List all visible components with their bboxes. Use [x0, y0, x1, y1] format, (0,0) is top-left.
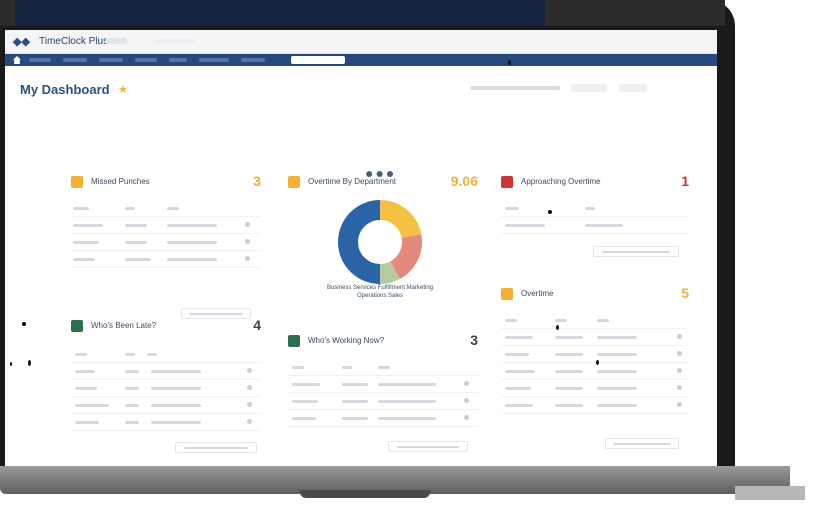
table-row[interactable]: [288, 376, 478, 393]
table-row[interactable]: [288, 410, 478, 427]
date-range-text: [470, 86, 560, 90]
screen: ◆◆ TimeClock Plus My Dashboard ★ ●●● Mis…: [5, 30, 717, 466]
table-row[interactable]: [501, 363, 689, 380]
nav-search-input[interactable]: [291, 56, 345, 64]
widget-header: Overtime 5: [501, 285, 689, 302]
view-all-button[interactable]: [605, 438, 679, 449]
table-row[interactable]: [501, 397, 689, 414]
table-row[interactable]: [501, 380, 689, 397]
table-row[interactable]: [501, 346, 689, 363]
widget-whos-working-now: Who's Working Now? 3: [288, 332, 478, 465]
donut-legend: Business Services Fulfillment Marketing …: [285, 284, 475, 300]
header-tab[interactable]: [105, 38, 127, 44]
widget-header: Who's Working Now? 3: [288, 332, 478, 349]
view-all-button[interactable]: [388, 441, 468, 452]
laptop-base-edge: [735, 486, 805, 500]
main-navbar: [5, 54, 717, 66]
table-row[interactable]: [71, 363, 261, 380]
table-row[interactable]: [71, 251, 261, 268]
table-row[interactable]: [71, 217, 261, 234]
alert-icon: [501, 176, 513, 188]
table-row[interactable]: [71, 397, 261, 414]
favorite-star-icon[interactable]: ★: [118, 82, 128, 98]
widget-header: Approaching Overtime 1: [501, 173, 689, 190]
widget-title: Who's Been Late?: [91, 321, 157, 330]
nav-item[interactable]: [63, 58, 87, 62]
widget-overtime-by-department: Overtime By Department 9.06: [288, 173, 478, 287]
widget-table: [71, 346, 261, 431]
app-logo-icon: ◆◆: [13, 36, 30, 48]
view-all-button[interactable]: [181, 308, 251, 319]
photo-grain: [22, 322, 26, 326]
widget-count[interactable]: 3: [253, 173, 261, 189]
widget-title: Overtime By Department: [308, 177, 397, 186]
clock-icon: [501, 288, 513, 300]
nav-item[interactable]: [199, 58, 229, 62]
table-row[interactable]: [288, 393, 478, 410]
table-header-row: [288, 359, 478, 376]
overtime-donut-chart[interactable]: [335, 197, 425, 287]
widget-count[interactable]: 5: [681, 285, 689, 301]
table-row[interactable]: [501, 217, 689, 234]
widget-table: [71, 200, 261, 268]
photo-grain: [28, 360, 31, 366]
widget-header: Missed Punches 3: [71, 173, 261, 190]
widget-count[interactable]: 9.06: [451, 173, 478, 189]
app-title: TimeClock Plus: [39, 36, 109, 47]
worker-icon: [288, 335, 300, 347]
settings-button[interactable]: [571, 84, 607, 92]
photo-grain: [10, 362, 12, 366]
photo-grain: [556, 325, 559, 330]
laptop-photo: ◆◆ TimeClock Plus My Dashboard ★ ●●● Mis…: [0, 0, 813, 508]
widget-table: [501, 200, 689, 234]
laptop-base-notch: [300, 490, 430, 498]
refresh-button[interactable]: [619, 84, 647, 92]
widget-count[interactable]: 4: [253, 317, 261, 333]
widget-header: Who's Been Late? 4: [71, 317, 261, 334]
punch-clock-icon: [71, 176, 83, 188]
table-row[interactable]: [71, 414, 261, 431]
widget-title: Missed Punches: [91, 177, 150, 186]
widget-title: Overtime: [521, 289, 554, 298]
nav-item[interactable]: [135, 58, 157, 62]
photo-grain: [548, 210, 552, 214]
widget-count[interactable]: 3: [470, 332, 478, 348]
widget-count[interactable]: 1: [681, 173, 689, 189]
table-header-row: [501, 312, 689, 329]
header-tab[interactable]: [155, 39, 195, 43]
chart-icon: [288, 176, 300, 188]
photo-grain: [596, 360, 599, 365]
widget-approaching-overtime: Approaching Overtime 1: [501, 173, 689, 276]
nav-item[interactable]: [241, 58, 265, 62]
legend-line: Operations Sales: [356, 293, 404, 299]
widget-title: Approaching Overtime: [521, 177, 601, 186]
legend-line: Business Services Fulfillment Marketing: [326, 285, 434, 291]
nav-item[interactable]: [169, 58, 187, 62]
nav-item[interactable]: [99, 58, 123, 62]
table-header-row: [71, 346, 261, 363]
widget-whos-been-late: Who's Been Late? 4: [71, 317, 261, 460]
view-all-button[interactable]: [593, 246, 679, 257]
table-row[interactable]: [501, 329, 689, 346]
table-header-row: [71, 200, 261, 217]
widget-table: [288, 359, 478, 427]
lid-edge: [15, 0, 545, 26]
page-title: My Dashboard: [20, 82, 110, 97]
table-row[interactable]: [71, 380, 261, 397]
widget-overtime: Overtime 5: [501, 285, 689, 458]
late-clock-icon: [71, 320, 83, 332]
app-header: ◆◆ TimeClock Plus: [5, 30, 717, 54]
home-icon[interactable]: [13, 56, 21, 64]
view-all-button[interactable]: [175, 442, 257, 453]
nav-item[interactable]: [29, 58, 51, 62]
widget-missed-punches: Missed Punches 3: [71, 173, 261, 319]
table-row[interactable]: [71, 234, 261, 251]
photo-grain: [508, 60, 511, 65]
widget-table: [501, 312, 689, 414]
widget-header: Overtime By Department 9.06: [288, 173, 478, 190]
table-header-row: [501, 200, 689, 217]
widget-title: Who's Working Now?: [308, 336, 385, 345]
